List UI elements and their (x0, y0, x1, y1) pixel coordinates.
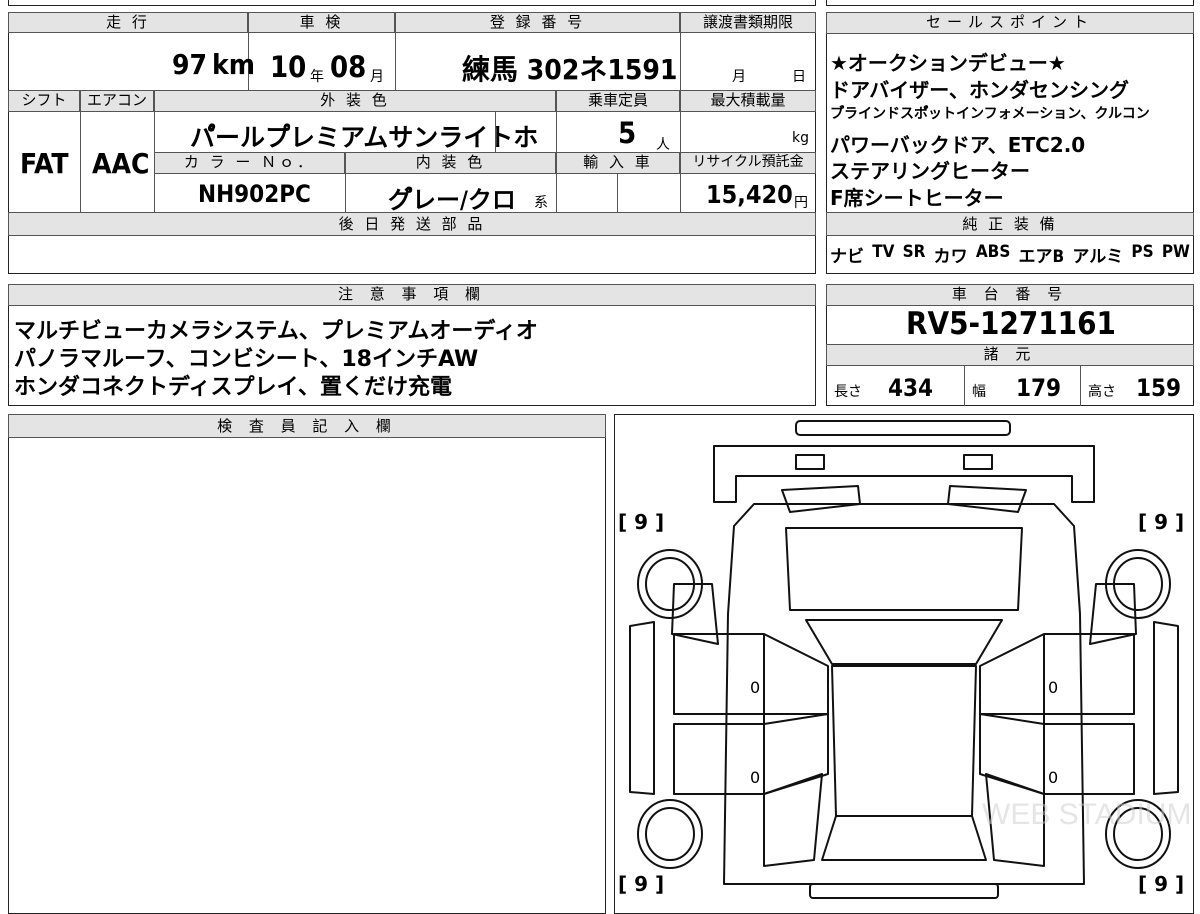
door-mark-rear-right: 0 (1048, 768, 1059, 787)
shaken-year-unit: 年 (310, 69, 324, 85)
equipment-header: 純 正 装 備 (826, 212, 1194, 236)
equipment-item: ABS (975, 242, 1011, 262)
mileage-header: 走 行 (8, 12, 248, 33)
sales-line: ブ゚ラインドスポ゚ットインフォメーション、クルコン (830, 106, 1150, 122)
equipment-list: ナビ TV SR カワ ABS エアB アルミ PS PW (830, 242, 1190, 267)
specs-header: 諸 元 (826, 344, 1194, 366)
recycle-fee-value: 15,420 (706, 180, 793, 209)
color-no-value: NH902PC (198, 180, 311, 208)
interior-color-suffix: 系 (534, 195, 548, 211)
door-mark-front-left: 0 (750, 678, 761, 697)
sales-points-header: セールスポイント (826, 12, 1194, 34)
interior-color-value: グ゚レー/クロ (388, 186, 516, 214)
recycle-fee-header: リサイクル預託金 (680, 152, 816, 174)
mileage-value: 97 (172, 48, 208, 81)
tire-label-front-left: [ 9 ] (618, 510, 665, 534)
shaken-month-unit: 月 (370, 69, 384, 85)
equipment-item: TV (872, 242, 895, 262)
height-label: 高さ (1088, 384, 1116, 400)
recycle-fee-unit: 円 (794, 195, 808, 211)
aircon-value: AAC (92, 147, 150, 180)
tire-label-rear-right: [ 9 ] (1138, 872, 1185, 896)
equipment-item: エアB (1018, 247, 1065, 267)
sales-line: パワーバックドア、ETC2.0 (830, 133, 1086, 157)
shift-value: FAT (20, 147, 69, 180)
capacity-unit: 人 (656, 137, 670, 153)
sales-line: F席シートヒーター (830, 186, 1004, 210)
color-no-header: カ ラ ー Ｎｏ． (154, 152, 345, 174)
equipment-item: ナビ (830, 247, 864, 267)
interior-color-header: 内 装 色 (345, 152, 556, 174)
height-value: 159 (1136, 374, 1182, 402)
door-mark-front-right: 0 (1048, 678, 1059, 697)
width-label: 幅 (972, 384, 986, 400)
transfer-deadline-header: 譲渡書類期限 (680, 12, 816, 33)
shaken-month: 08 (330, 50, 367, 84)
chassis-number: RV5-1271161 (906, 306, 1116, 342)
sales-line: ステアリングヒーター (830, 159, 1030, 183)
registration-value: 練馬 302ネ1591 (462, 53, 678, 86)
exterior-color-value: パ゚ールプ゚レミアムサンライトホ (190, 123, 539, 152)
registration-header: 登 録 番 号 (395, 12, 680, 33)
chassis-header: 車 台 番 号 (826, 284, 1194, 306)
tire-label-rear-left: [ 9 ] (618, 872, 665, 896)
aircon-header: エアコン (80, 90, 154, 112)
max-load-unit: kg (792, 130, 809, 146)
import-header: 輸 入 車 (556, 152, 680, 174)
inspector-header: 検 査 員 記 入 欄 (8, 414, 606, 438)
deadline-month-unit: 月 (732, 69, 746, 85)
length-value: 434 (888, 374, 934, 402)
equipment-item: カワ (933, 247, 968, 267)
width-value: 179 (1016, 374, 1062, 402)
capacity-header: 乗車定員 (556, 90, 680, 112)
equipment-item: PW (1161, 242, 1190, 262)
exterior-color-header: 外 装 色 (154, 90, 556, 112)
capacity-value: 5 (618, 116, 637, 150)
max-load-header: 最大積載量 (680, 90, 816, 112)
car-damage-diagram: WEB STADIUM (629, 420, 1191, 899)
equipment-item: PS (1131, 242, 1154, 262)
notes-header: 注 意 事 項 欄 (8, 284, 816, 306)
length-label: 長さ (834, 384, 862, 400)
shift-header: シフト (8, 90, 80, 112)
shaken-header: 車 検 (248, 12, 395, 33)
shaken-year: 10 (270, 50, 307, 84)
watermark: WEB STADIUM (982, 798, 1191, 831)
tire-label-front-right: [ 9 ] (1138, 510, 1185, 534)
equipment-item: アルミ (1072, 247, 1124, 267)
mileage-unit: km (212, 48, 255, 81)
door-mark-rear-left: 0 (750, 768, 761, 787)
sales-line: ★オークションデビュー★ (830, 51, 1066, 75)
later-parts-header: 後 日 発 送 部 品 (8, 212, 816, 236)
inspector-box (8, 414, 606, 914)
notes-line: ホンダコネクトディスプレイ、置くだけ充電 (14, 375, 453, 400)
top-strip-right (826, 0, 1194, 6)
equipment-item: SR (902, 242, 926, 262)
top-strip (8, 0, 816, 6)
deadline-day-unit: 日 (792, 69, 806, 85)
sales-line: ドアバイザー、ホンダセンシング (830, 78, 1129, 102)
